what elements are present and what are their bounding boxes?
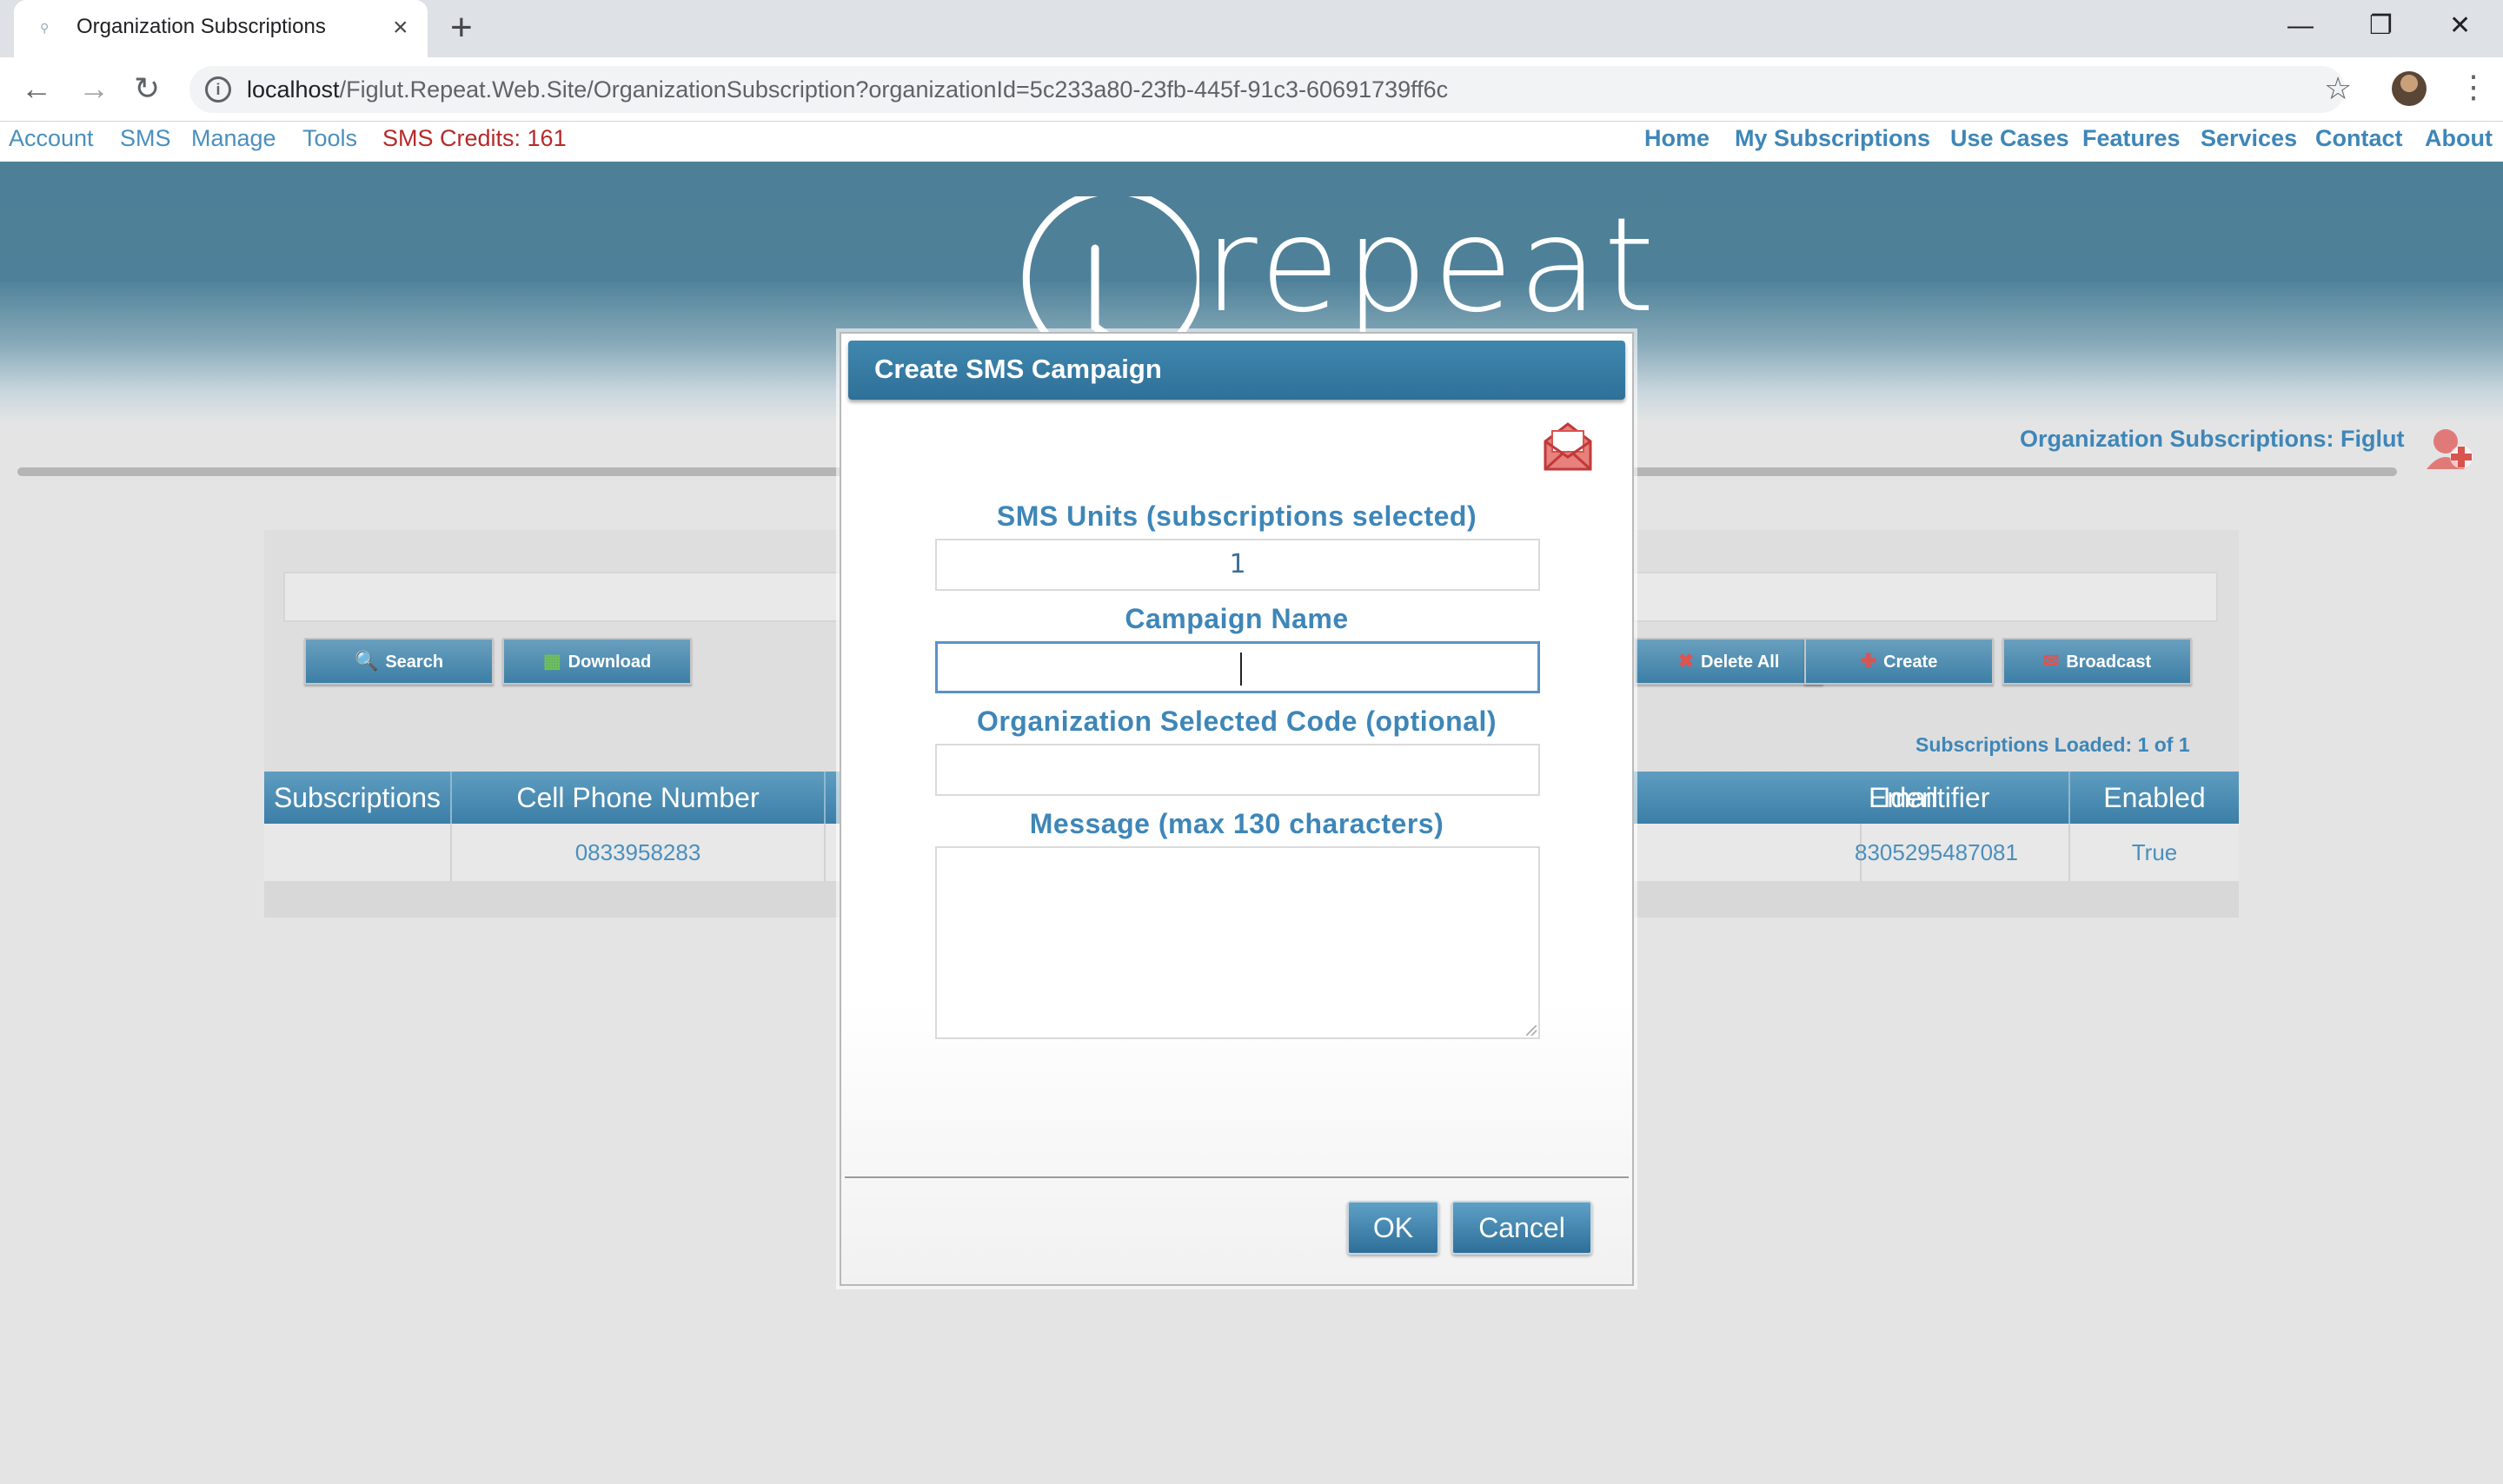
cell-enabled: True	[2131, 839, 2178, 865]
delete-all-button[interactable]: ✖ Delete All	[1634, 638, 1823, 685]
tab-title: Organization Subscriptions	[76, 15, 326, 38]
download-button[interactable]: ▦ Download	[502, 638, 692, 685]
sms-credits: SMS Credits: 161	[382, 125, 567, 151]
cancel-button[interactable]: Cancel	[1451, 1201, 1592, 1255]
minimize-icon[interactable]: —	[2287, 5, 2314, 47]
omnibox[interactable]: i localhost/Figlut.Repeat.Web.Site/Organ…	[189, 66, 2345, 113]
address-bar: ← → ↻ i localhost/Figlut.Repeat.Web.Site…	[0, 57, 2503, 122]
cell-subscriptions	[264, 824, 452, 881]
add-icon: ✚	[1860, 650, 1877, 672]
delete-icon: ✖	[1677, 650, 1695, 672]
browser-menu-icon[interactable]: ⋮	[2458, 68, 2489, 106]
org-code-label: Organization Selected Code (optional)	[976, 706, 1497, 737]
cell-identifier: 8305295487081	[1804, 824, 2070, 881]
url-text[interactable]: localhost/Figlut.Repeat.Web.Site/Organiz…	[247, 76, 1448, 103]
logo-text: repeat	[1204, 190, 1660, 341]
create-sms-campaign-dialog: Create SMS Campaign SMS Units (subscript…	[840, 332, 1634, 1286]
broadcast-button[interactable]: ✉ Broadcast	[2002, 638, 2192, 685]
dialog-divider	[845, 1176, 1629, 1178]
nav-contact[interactable]: Contact	[2315, 125, 2403, 152]
mail-icon	[1544, 422, 1592, 471]
ok-button[interactable]: OK	[1347, 1201, 1439, 1255]
col-subscriptions[interactable]: Subscriptions	[264, 772, 452, 824]
restore-icon[interactable]: ❐	[2369, 5, 2393, 47]
nav-account[interactable]: Account	[9, 125, 94, 152]
col-identifier[interactable]: Identifier	[1804, 772, 2070, 824]
col-cell-phone[interactable]: Cell Phone Number	[452, 772, 826, 824]
sms-units-field[interactable]: 1	[935, 539, 1540, 591]
browser-tab[interactable]: ⚲ Organization Subscriptions ×	[14, 0, 428, 57]
window-close-icon[interactable]: ✕	[2449, 5, 2471, 47]
browser-tabstrip: ⚲ Organization Subscriptions × + — ❐ ✕	[0, 0, 2503, 57]
subscriptions-loaded: Subscriptions Loaded: 1 of 1	[1915, 733, 2190, 756]
url-path: /Figlut.Repeat.Web.Site/OrganizationSubs…	[339, 76, 1449, 103]
sms-units-label: SMS Units (subscriptions selected)	[996, 500, 1477, 532]
nav-home[interactable]: Home	[1644, 125, 1710, 152]
forward-icon[interactable]: →	[78, 70, 110, 108]
search-icon: 🔍	[354, 650, 379, 672]
reload-icon[interactable]: ↻	[134, 70, 160, 108]
nav-features[interactable]: Features	[2082, 125, 2181, 152]
back-icon[interactable]: ←	[21, 70, 52, 108]
nav-tools[interactable]: Tools	[302, 125, 357, 152]
resize-grip-icon[interactable]	[1526, 1025, 1537, 1036]
nav-use-cases[interactable]: Use Cases	[1950, 125, 2069, 152]
create-button[interactable]: ✚ Create	[1804, 638, 1994, 685]
message-textarea[interactable]	[935, 846, 1540, 1039]
excel-icon: ▦	[542, 650, 561, 672]
page-title: Organization Subscriptions: Figlut	[2020, 426, 2405, 452]
nav-services[interactable]: Services	[2201, 125, 2297, 152]
tab-close-icon[interactable]: ×	[393, 12, 408, 43]
add-subscription-icon[interactable]	[2423, 421, 2475, 473]
campaign-name-label: Campaign Name	[1125, 603, 1349, 634]
nav-my-subscriptions[interactable]: My Subscriptions	[1735, 125, 1930, 152]
col-enabled[interactable]: Enabled	[2070, 772, 2239, 824]
site-nav: Account SMS Manage Tools SMS Credits: 16…	[0, 122, 2503, 162]
mail-icon: ✉	[2042, 650, 2060, 672]
nav-manage[interactable]: Manage	[191, 125, 276, 152]
search-button[interactable]: 🔍 Search	[304, 638, 494, 685]
org-code-field[interactable]	[935, 744, 1540, 796]
favicon-icon: ⚲	[40, 21, 50, 35]
nav-sms[interactable]: SMS	[120, 125, 171, 152]
url-host: localhost	[247, 76, 340, 103]
bookmark-star-icon[interactable]: ☆	[2324, 71, 2352, 106]
cell-phone: 0833958283	[452, 824, 826, 881]
new-tab-icon[interactable]: +	[450, 7, 473, 49]
dialog-title: Create SMS Campaign	[848, 341, 1625, 400]
message-label: Message (max 130 characters)	[1029, 808, 1444, 839]
profile-avatar[interactable]	[2392, 71, 2427, 106]
text-caret	[1240, 653, 1242, 686]
campaign-name-field[interactable]	[935, 641, 1540, 693]
site-info-icon[interactable]: i	[205, 76, 231, 103]
nav-about[interactable]: About	[2425, 125, 2493, 152]
